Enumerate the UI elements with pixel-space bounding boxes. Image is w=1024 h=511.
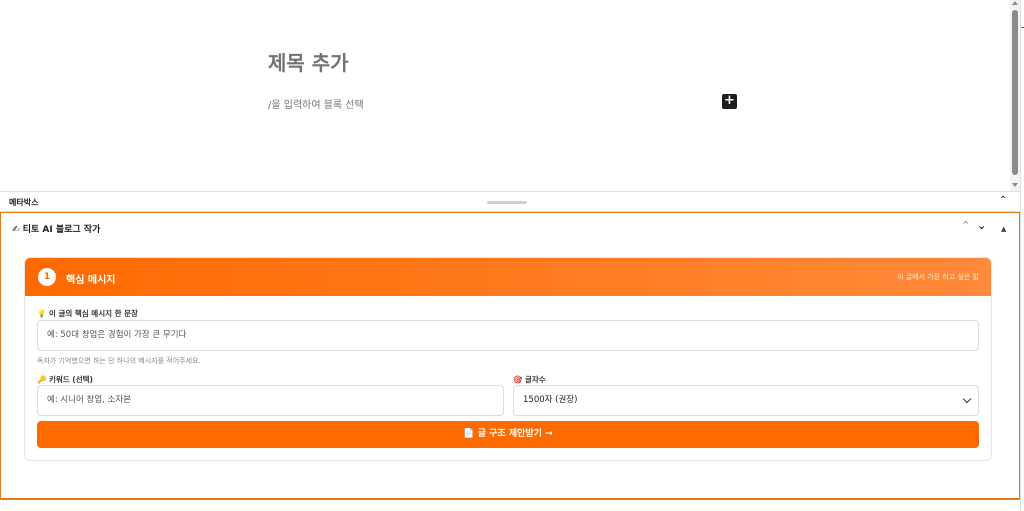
- lightbulb-icon: 💡: [37, 309, 47, 318]
- post-title-input[interactable]: 제목 추가: [268, 47, 349, 76]
- window-right-edge: [1020, 0, 1024, 511]
- block-inserter-button[interactable]: +: [722, 94, 737, 109]
- keyword-label-text: 키워드 (선택): [48, 375, 93, 384]
- message-help-text: 독자가 기억했으면 하는 단 하나의 메시지를 적어주세요.: [37, 357, 201, 365]
- metabox-header: ✍ 티토 AI 블로그 작가 ⌃ ⌄ ▲: [1, 213, 1019, 241]
- move-down-button[interactable]: ⌄: [977, 219, 986, 233]
- scroll-up-arrow-icon[interactable]: [1012, 1, 1018, 5]
- keyword-input[interactable]: 예: 시니어 창업, 소자본: [37, 385, 504, 416]
- chevron-down-icon: [962, 394, 972, 404]
- length-label-text: 글자수: [524, 375, 546, 384]
- suggest-structure-button[interactable]: 📄 글 구조 제안받기 →: [37, 421, 979, 448]
- length-select-value: 1500자 (권장): [523, 395, 578, 405]
- length-field-label: 🎯 글자수: [513, 374, 546, 385]
- step-title: 핵심 메시지: [66, 275, 116, 286]
- step-subtitle: 이 글에서 가장 하고 싶은 말: [897, 273, 979, 281]
- step-card-header: 1 핵심 메시지 이 글에서 가장 하고 싶은 말: [25, 258, 991, 296]
- metabox-area-title: 메타박스: [9, 198, 39, 207]
- step-number-badge: 1: [38, 268, 56, 286]
- step-card: 1 핵심 메시지 이 글에서 가장 하고 싶은 말 💡 이 글의 핵심 메시지 …: [24, 257, 992, 461]
- keyword-field-label: 🔑 키워드 (선택): [37, 374, 93, 385]
- metabox-resize-handle[interactable]: [487, 201, 527, 204]
- move-up-button[interactable]: ⌃: [961, 219, 970, 233]
- core-message-input[interactable]: 예: 50대 창업은 경험이 가장 큰 무기다: [37, 320, 979, 351]
- page-bottom-divider: [0, 499, 1020, 511]
- plus-icon: +: [724, 93, 735, 108]
- message-field-label: 💡 이 글의 핵심 메시지 한 문장: [37, 308, 138, 319]
- block-placeholder[interactable]: /을 입력하여 블록 선택: [268, 96, 364, 111]
- metabox-title-text: 티토 AI 블로그 작가: [22, 225, 101, 235]
- tito-ai-metabox: ✍ 티토 AI 블로그 작가 ⌃ ⌄ ▲ 1 핵심 메시지 이 글에서 가장 하…: [0, 212, 1020, 499]
- key-icon: 🔑: [37, 375, 47, 384]
- document-icon: 📄: [463, 429, 475, 439]
- suggest-structure-label: 글 구조 제안받기 →: [477, 429, 553, 439]
- length-select[interactable]: 1500자 (권장): [513, 385, 979, 416]
- writing-hand-icon: ✍: [12, 225, 20, 235]
- metabox-area-header: 메타박스 ⌃: [0, 191, 1020, 212]
- metabox-title: ✍ 티토 AI 블로그 작가: [12, 222, 100, 235]
- editor-canvas: 제목 추가 /을 입력하여 블록 선택 +: [0, 0, 1010, 191]
- scroll-down-arrow-icon[interactable]: [1012, 183, 1018, 187]
- toggle-panel-button[interactable]: ▲: [1001, 222, 1006, 236]
- scrollbar-thumb[interactable]: [1012, 10, 1018, 175]
- target-icon: 🎯: [513, 375, 523, 384]
- message-label-text: 이 글의 핵심 메시지 한 문장: [48, 309, 138, 318]
- chevron-up-icon[interactable]: ⌃: [999, 195, 1007, 206]
